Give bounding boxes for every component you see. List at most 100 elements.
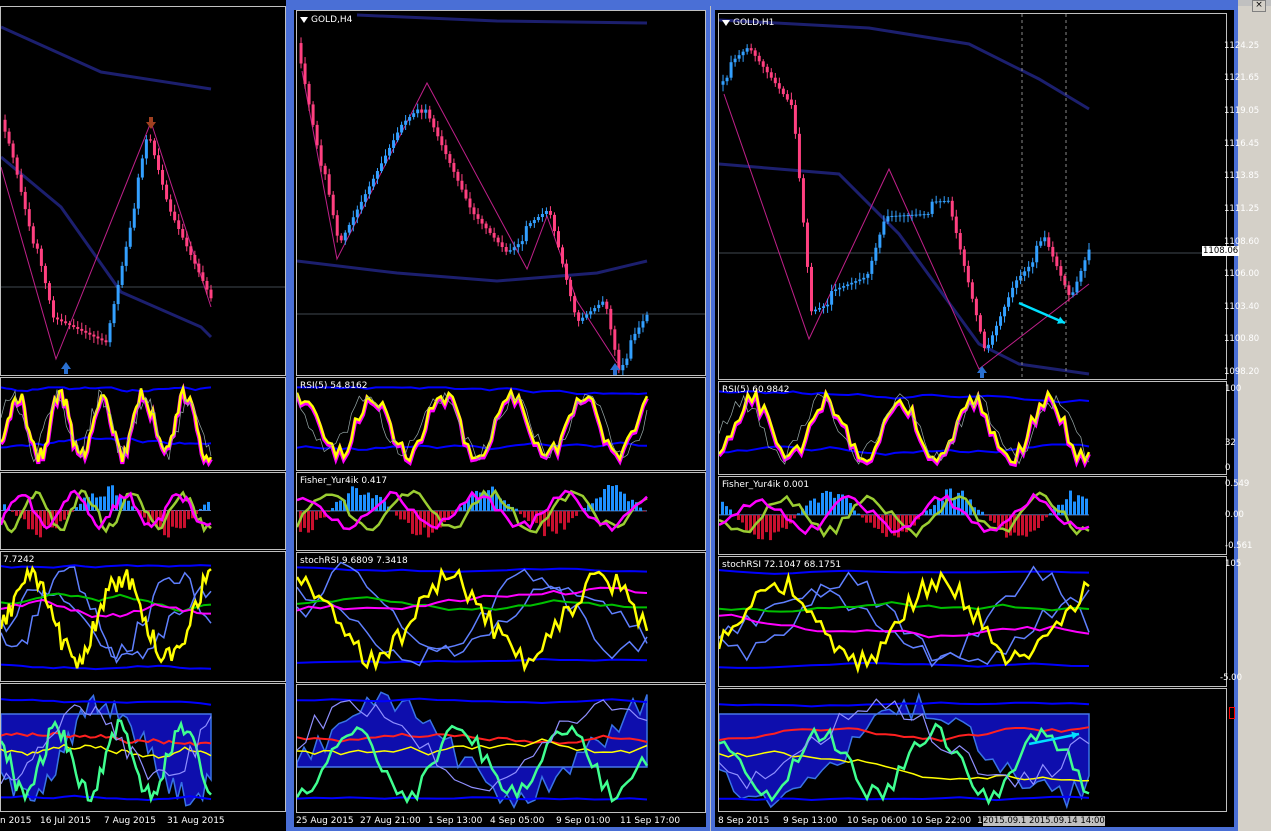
dropdown-icon[interactable]: [300, 16, 308, 23]
candle-body: [532, 220, 536, 224]
candle-body: [536, 217, 540, 221]
candle-body: [830, 291, 834, 305]
candle-body: [148, 139, 152, 141]
stochrsi-pane[interactable]: stochRSI 72.1047 68.1751: [718, 556, 1227, 687]
candle-body: [556, 231, 560, 248]
fisher-pane[interactable]: [0, 472, 286, 550]
chart-window-gold-h4[interactable]: GOLD,H4 RSI(5) 54.8162 Fisher_Yur4ik 0.4…: [290, 6, 710, 831]
selected-time-label: 2015.09.1 2015.09.14 14:00: [983, 816, 1105, 826]
rsi-pane[interactable]: [0, 377, 286, 471]
fisher-histogram-bar: [881, 514, 884, 534]
rsi-label: RSI(5) 60.9842: [722, 385, 790, 395]
oscillator-pane[interactable]: [718, 688, 1227, 812]
candle-body: [31, 226, 35, 244]
fisher-histogram-bar: [869, 514, 872, 523]
fisher-pane[interactable]: Fisher_Yur4ik 0.417: [296, 472, 706, 551]
candle-body: [910, 214, 914, 216]
fisher-histogram-bar: [781, 514, 784, 528]
chart-window-gold-h1[interactable]: GOLD,H1 1124.25 1121.65 1119.05 1116.45 …: [711, 6, 1259, 831]
candle-body: [1039, 241, 1043, 246]
candle-body: [805, 222, 809, 267]
moving-average-line: [719, 162, 1090, 376]
time-label: 8 Sep 2015: [718, 816, 770, 826]
fisher-histogram-bar: [335, 501, 338, 511]
candle-body: [100, 338, 104, 341]
fisher-histogram-bar: [643, 510, 646, 512]
candle-body: [886, 216, 890, 222]
fisher-histogram-bar: [607, 484, 610, 511]
time-label: 1 Sep 13:00: [428, 816, 483, 826]
candle-body: [761, 61, 765, 67]
candle-body: [633, 333, 637, 341]
candle-body: [826, 304, 830, 307]
dropdown-icon[interactable]: [722, 19, 730, 26]
candle-body: [552, 214, 556, 232]
fisher-histogram-bar: [27, 510, 30, 530]
fisher-histogram-bar: [615, 485, 618, 511]
fisher-histogram-bar: [11, 510, 14, 512]
price-tick: 1124.25: [1224, 41, 1260, 51]
close-icon[interactable]: ×: [1252, 0, 1266, 12]
candle-body: [68, 323, 72, 326]
fisher-histogram-bar: [1029, 514, 1032, 532]
candle-body: [52, 300, 55, 318]
fisher-histogram-bar: [857, 513, 860, 515]
fisher-histogram-bar: [527, 510, 530, 522]
candle-body: [331, 194, 335, 216]
candle-body: [958, 233, 962, 250]
price-tick: 1116.45: [1224, 139, 1260, 149]
stochrsi-pane[interactable]: stochRSI 9.6809 7.3418: [296, 552, 706, 683]
fisher-histogram-bar: [623, 493, 626, 511]
rsi-pane[interactable]: RSI(5) 54.8162: [296, 377, 706, 471]
oscillator-pane[interactable]: [0, 683, 286, 812]
fisher-histogram-bar: [817, 502, 820, 515]
candle-body: [1087, 249, 1091, 261]
fisher-histogram-bar: [769, 514, 772, 541]
candle-body: [72, 325, 76, 328]
fisher-histogram-bar: [403, 510, 406, 520]
time-label: 10 Sep 06:00: [847, 816, 908, 826]
signal-down-arrow-icon: [146, 117, 156, 129]
fisher-histogram-bar: [925, 510, 928, 515]
candle-body: [725, 77, 729, 82]
candle-body: [946, 200, 950, 202]
fisher-histogram-bar: [319, 510, 322, 518]
oscillator-pane[interactable]: [296, 684, 706, 813]
price-tick: 1106.00: [1224, 269, 1260, 279]
fisher-histogram-bar: [543, 510, 546, 537]
candle-body: [7, 131, 11, 144]
candle-body: [914, 214, 918, 216]
candle-body: [641, 321, 645, 328]
candle-body: [512, 247, 516, 251]
candle-body: [1027, 266, 1031, 272]
price-pane[interactable]: GOLD,H4: [296, 10, 706, 376]
fisher-histogram-bar: [853, 510, 856, 515]
candle-body: [384, 155, 388, 164]
fisher-histogram-bar: [367, 492, 370, 511]
price-pane[interactable]: GOLD,H1: [718, 13, 1227, 380]
fisher-pane[interactable]: Fisher_Yur4ik 0.001: [718, 476, 1227, 555]
rsi-pane[interactable]: RSI(5) 60.9842: [718, 381, 1227, 475]
candle-body: [436, 127, 440, 137]
candle-body: [906, 215, 910, 217]
candle-body: [136, 177, 140, 209]
chart-window-left[interactable]: 7.7242 n 2015 16 Jul 2015 7 Aug 2015 31 …: [0, 0, 290, 831]
fisher-histogram-bar: [571, 510, 574, 519]
candle-body: [950, 200, 954, 217]
fisher-histogram-bar: [725, 506, 728, 515]
candle-body: [327, 174, 331, 195]
candle-body: [132, 208, 136, 228]
candle-body: [999, 316, 1003, 326]
price-pane[interactable]: [0, 6, 286, 376]
candle-body: [1043, 237, 1047, 242]
candle-body: [3, 119, 7, 132]
candle-body: [785, 94, 789, 100]
stochrsi-pane[interactable]: 7.7242: [0, 551, 286, 682]
fisher-histogram-bar: [777, 514, 780, 532]
fisher-histogram-bar: [551, 510, 554, 532]
candle-body: [359, 201, 363, 210]
candle-body: [444, 145, 448, 155]
price-tick: 1119.05: [1224, 106, 1260, 116]
candle-body: [400, 124, 404, 133]
price-tick: 1098.20: [1224, 367, 1260, 377]
